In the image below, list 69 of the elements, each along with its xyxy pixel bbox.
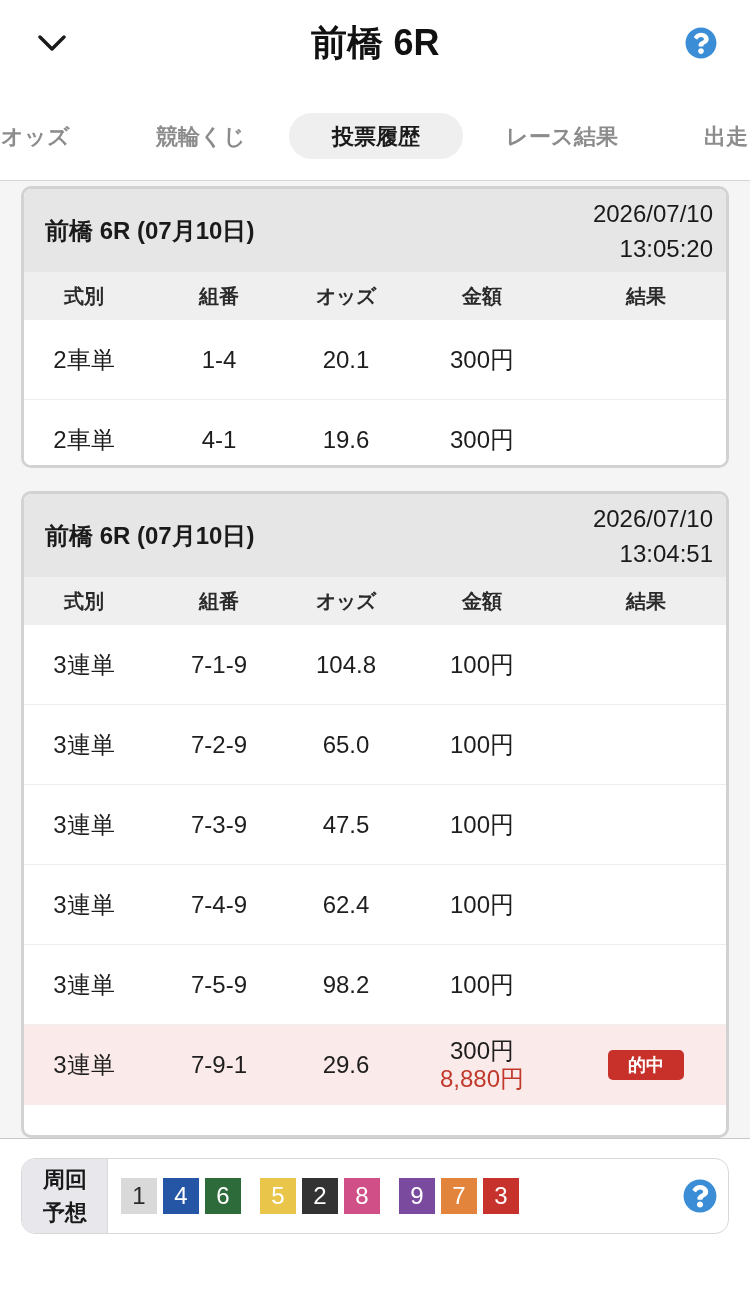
amount-text: 100円 xyxy=(449,651,514,679)
amount-text: 300円 xyxy=(449,345,514,374)
tab[interactable]: レース結果 xyxy=(463,113,661,159)
table-cell-text: 3連単 xyxy=(52,810,116,840)
amount-text: 100円 xyxy=(449,971,514,999)
help-icon[interactable] xyxy=(683,1179,717,1213)
table-cell-text: 1-4 xyxy=(200,344,238,375)
table-cell-text: 65.0 xyxy=(321,730,371,760)
table-cell-text: 7-9-1 xyxy=(190,1050,248,1081)
column-header: オッズ xyxy=(315,284,378,309)
table-cell-text: 29.6 xyxy=(321,1050,371,1081)
number-tile: 6 xyxy=(205,1178,241,1214)
table-cell-text: 47.5 xyxy=(321,810,371,840)
table-cell-text: 7-5-9 xyxy=(190,970,248,1000)
table-cell-text: 3連単 xyxy=(52,650,116,680)
table-cell-text: 7-4-9 xyxy=(190,890,248,920)
number-tile: 8 xyxy=(344,1178,380,1214)
bet-date: 2026/07/10 xyxy=(592,504,713,534)
tab[interactable]: 投票履歴 xyxy=(289,113,463,159)
hit-badge: 的中 xyxy=(608,1050,684,1081)
card-title: 前橋 6R (07月10日) xyxy=(45,215,255,246)
table-cell-text: 98.2 xyxy=(321,970,371,1000)
table-cell-text: 3連単 xyxy=(52,1050,116,1081)
number-tile: 3 xyxy=(483,1178,519,1214)
number-tile: 4 xyxy=(163,1178,199,1214)
prediction-label: 周回予想 xyxy=(22,1159,108,1233)
number-tile: 7 xyxy=(441,1178,477,1214)
tab[interactable]: 出走 xyxy=(661,113,750,159)
column-header: 式別 xyxy=(63,284,105,309)
table-cell-text: 19.6 xyxy=(321,425,371,455)
page-title: 前橋 6R xyxy=(311,20,440,65)
column-header: 金額 xyxy=(461,589,503,615)
bet-date: 2026/07/10 xyxy=(592,198,713,229)
card-title: 前橋 6R (07月10日) xyxy=(45,521,255,551)
column-header: 結果 xyxy=(624,284,667,309)
table-cell-text: 4-1 xyxy=(200,425,238,455)
column-header: 組番 xyxy=(197,589,240,615)
column-header: 組番 xyxy=(197,284,240,309)
number-tile: 2 xyxy=(302,1178,338,1214)
amount-text: 100円 xyxy=(449,731,514,759)
table-cell-text: 7-3-9 xyxy=(190,810,248,840)
amount-text: 100円 xyxy=(449,891,514,919)
number-tile: 9 xyxy=(399,1178,435,1214)
table-cell-text: 3連単 xyxy=(52,890,116,920)
table-cell-text: 104.8 xyxy=(314,650,378,680)
table-cell-text: 7-2-9 xyxy=(190,730,248,760)
table-cell-text: 3連単 xyxy=(52,970,116,1000)
column-header: オッズ xyxy=(315,589,378,615)
table-cell-text: 20.1 xyxy=(321,344,371,375)
tab[interactable]: 競輪くじ xyxy=(113,113,289,159)
amount-text: 100円 xyxy=(449,811,514,839)
amount-text: 300円 xyxy=(449,426,514,454)
bet-time: 13:04:51 xyxy=(619,539,713,569)
table-cell-text: 2車単 xyxy=(52,344,116,375)
column-header: 金額 xyxy=(461,284,503,309)
table-cell-text: 7-1-9 xyxy=(190,650,248,680)
help-icon[interactable] xyxy=(685,26,717,59)
number-tile: 5 xyxy=(260,1178,296,1214)
column-header: 式別 xyxy=(63,589,105,615)
table-cell-text: 2車単 xyxy=(52,425,116,455)
amount-text: 300円 xyxy=(449,1037,514,1066)
column-header: 結果 xyxy=(624,589,667,615)
payout-text: 8,880円 xyxy=(439,1065,525,1094)
table-cell-text: 62.4 xyxy=(321,890,371,920)
number-tile: 1 xyxy=(121,1178,157,1214)
bet-time: 13:05:20 xyxy=(619,233,713,264)
tab[interactable]: オッズ xyxy=(0,113,113,159)
chevron-down-icon[interactable] xyxy=(38,34,66,51)
table-cell-text: 3連単 xyxy=(52,730,116,760)
